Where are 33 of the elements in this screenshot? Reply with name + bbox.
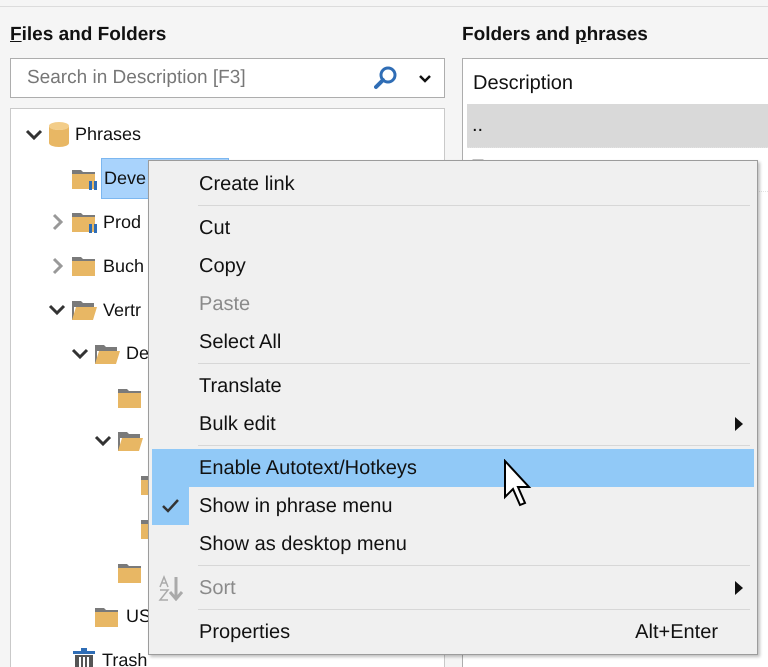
folder-icon	[71, 210, 98, 234]
open-folder-icon	[71, 298, 98, 322]
submenu-arrow-icon	[734, 580, 744, 596]
dropdown-chevron-icon	[418, 73, 432, 84]
tree-item[interactable]: Buch	[101, 246, 146, 286]
column-header[interactable]: Description	[467, 72, 574, 94]
checkmark-icon	[160, 497, 180, 515]
open-folder-icon	[117, 429, 144, 454]
menu-item[interactable]: Properties Alt+Enter	[152, 613, 754, 651]
menu-item[interactable]: Show in phrase menu	[152, 487, 754, 525]
menu-item[interactable]: Select All	[152, 323, 754, 361]
mouse-pointer-icon	[503, 459, 533, 509]
menu-item[interactable]: Translate	[152, 367, 754, 405]
menu-item[interactable]: Enable Autotext/Hotkeys	[152, 449, 754, 487]
tree-item[interactable]: Trash	[100, 640, 150, 667]
menu-item[interactable]: Copy	[152, 247, 754, 285]
menu-item[interactable]: Show as desktop menu	[152, 525, 754, 563]
menu-item[interactable]: Bulk edit	[152, 405, 754, 443]
search-field[interactable]: Search in Description [F3]	[10, 58, 445, 98]
tree-item[interactable]: Vertr	[101, 290, 144, 330]
parent-folder-entry[interactable]: ..	[472, 114, 484, 137]
panel-title: Files and Folders	[10, 24, 168, 47]
submenu-arrow-icon	[734, 416, 744, 432]
panel-title: Folders and phrases	[462, 24, 649, 47]
tree-item[interactable]: De	[124, 334, 152, 374]
menu-item[interactable]: Create link	[152, 165, 754, 203]
menu-item[interactable]: Cut	[152, 209, 754, 247]
tree-item[interactable]: Prod	[101, 202, 144, 242]
database-icon	[48, 120, 70, 149]
folder-icon	[71, 254, 98, 278]
tree-item[interactable]: Phrases	[73, 115, 144, 154]
search-icon	[374, 66, 398, 90]
sort-icon	[158, 575, 184, 601]
